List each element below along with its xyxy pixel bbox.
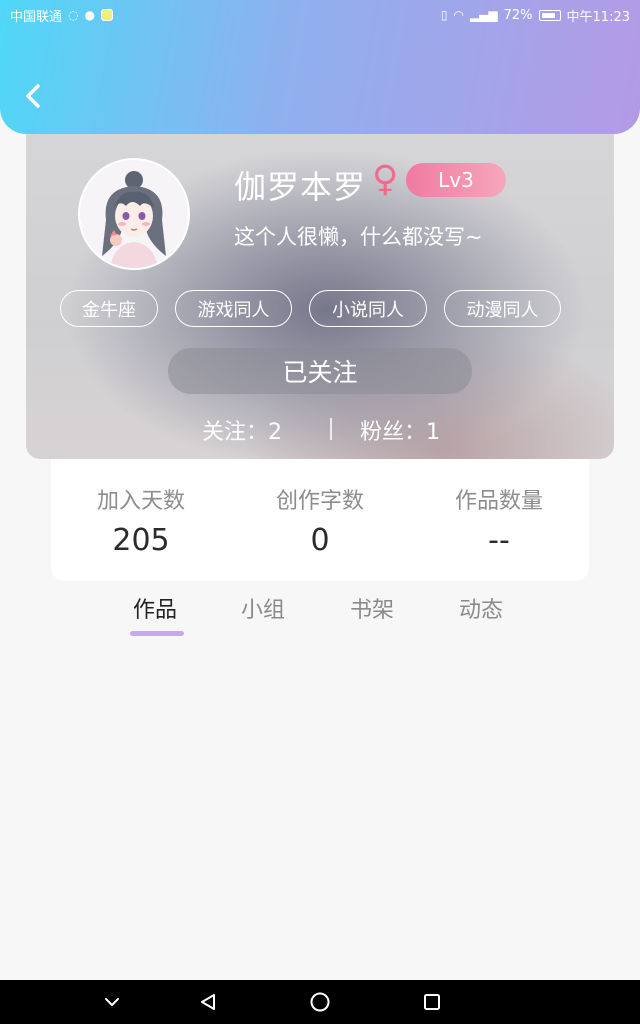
stat-value: -- <box>488 523 510 558</box>
wechat-icon: ● <box>84 8 95 22</box>
tab-activity[interactable]: 动态 <box>459 592 503 624</box>
stat-label: 作品数量 <box>454 489 543 514</box>
stat-works-count: 作品数量 -- <box>409 483 589 558</box>
active-tab-indicator <box>130 631 184 636</box>
circle-home-icon <box>310 992 330 1012</box>
square-recents-icon <box>424 994 440 1010</box>
nav-back-button[interactable] <box>194 988 222 1016</box>
avatar[interactable] <box>78 158 190 270</box>
tag-list: 金牛座 游戏同人 小说同人 动漫同人 <box>60 290 562 328</box>
status-bar: 中国联通 ◌ ● ▯ ◠ ▂▄▆ 72% 中午11:23 <box>0 0 640 30</box>
level-badge: Lv3 <box>406 163 506 197</box>
system-nav-bar <box>0 980 640 1024</box>
tag-chip[interactable]: 动漫同人 <box>444 290 561 327</box>
stat-label: 创作字数 <box>275 489 364 514</box>
triangle-back-icon <box>201 994 215 1010</box>
vibrate-icon: ▯ <box>440 8 448 22</box>
content-tabs: 作品 小组 书架 动态 <box>0 586 640 642</box>
stat-label: 加入天数 <box>96 489 185 514</box>
follow-button[interactable]: 已关注 <box>168 348 472 394</box>
stat-join-days: 加入天数 205 <box>51 483 231 558</box>
stat-word-count: 创作字数 0 <box>230 483 410 558</box>
stat-value: 205 <box>112 523 170 558</box>
user-bio: 这个人很懒，什么都没写~ <box>234 225 483 249</box>
status-left: 中国联通 ◌ ● <box>10 6 113 25</box>
wifi-icon: ◠ <box>453 8 464 22</box>
battery-icon <box>538 9 561 21</box>
nav-recents-button[interactable] <box>418 988 446 1016</box>
tab-bookshelf[interactable]: 书架 <box>350 592 394 624</box>
tab-groups[interactable]: 小组 <box>241 592 285 624</box>
carrier-label: 中国联通 <box>10 9 63 25</box>
chevron-down-icon <box>105 998 119 1006</box>
fans-count[interactable]: 粉丝：1 <box>360 414 440 446</box>
qq-icon: ◌ <box>68 8 79 22</box>
battery-percent: 72% <box>503 7 533 23</box>
status-right: ▯ ◠ ▂▄▆ 72% 中午11:23 <box>441 6 630 25</box>
count-divider <box>330 418 332 440</box>
avatar-image <box>80 160 188 268</box>
stats-card: 加入天数 205 创作字数 0 作品数量 -- <box>51 459 589 581</box>
chevron-left-icon <box>26 84 40 108</box>
following-count[interactable]: 关注：2 <box>202 414 282 446</box>
signal-icon: ▂▄▆ <box>469 8 498 22</box>
stat-value: 0 <box>310 523 330 558</box>
female-gender-icon: ♀ <box>372 159 399 200</box>
tab-works[interactable]: 作品 <box>133 592 177 624</box>
tag-chip[interactable]: 游戏同人 <box>175 290 292 327</box>
follow-counts: 关注：2 粉丝：1 <box>26 410 614 446</box>
tag-chip[interactable]: 金牛座 <box>60 290 158 327</box>
header-bar: 中国联通 ◌ ● ▯ ◠ ▂▄▆ 72% 中午11:23 <box>0 0 640 134</box>
tag-chip[interactable]: 小说同人 <box>309 290 427 327</box>
app-notification-icon <box>100 9 113 21</box>
nav-home-button[interactable] <box>306 988 334 1016</box>
profile-card: 伽罗本罗 ♀ Lv3 这个人很懒，什么都没写~ 金牛座 游戏同人 小说同人 动漫… <box>26 120 614 459</box>
nav-collapse-button[interactable] <box>98 988 126 1016</box>
clock: 中午11:23 <box>566 9 630 25</box>
back-button[interactable] <box>18 78 48 114</box>
username: 伽罗本罗 <box>234 168 367 206</box>
